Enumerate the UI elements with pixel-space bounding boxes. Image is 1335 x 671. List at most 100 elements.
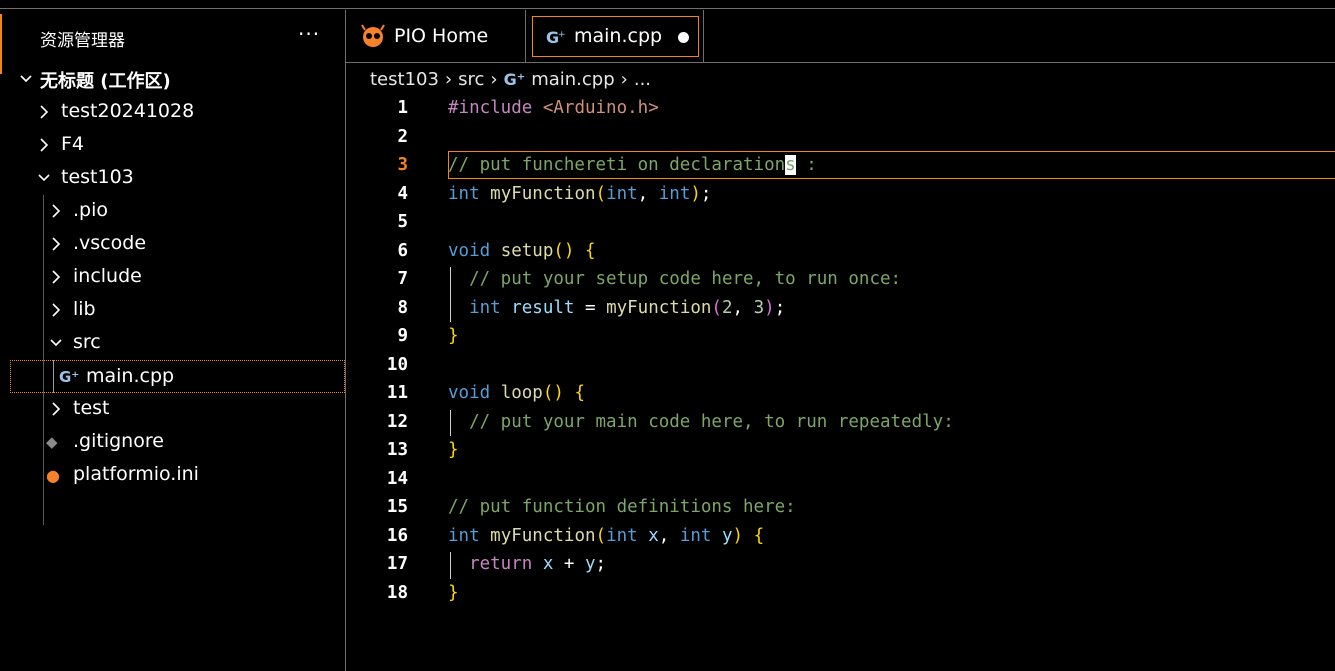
code-text: int result = myFunction(2, 3); [469, 297, 786, 318]
line-number: 8 [397, 297, 408, 318]
line-number: 10 [386, 354, 408, 375]
tree-item[interactable]: .vscode [10, 228, 345, 261]
code-line[interactable]: 18} [346, 579, 1335, 607]
tree-item-label: main.cpp [86, 365, 175, 387]
code-text: // put function definitions here: [448, 497, 796, 517]
indent-guide [450, 267, 451, 322]
tree-item[interactable]: test20241028 [10, 96, 345, 129]
tree-item-label: include [73, 265, 142, 287]
code-line[interactable]: 12 // put your main code here, to run re… [346, 408, 1335, 436]
tree-item-label: lib [73, 298, 96, 320]
tree-item[interactable]: F4 [10, 129, 345, 162]
line-number: 2 [397, 126, 408, 147]
code-line[interactable]: 1 #include <Arduino.h> [346, 94, 1335, 122]
code-line[interactable]: 3 // put funchereti on declarations : [346, 151, 1335, 179]
explorer-sidebar: 资源管理器 ··· 无标题 (工作区) test20241028 F4 test10… [10, 10, 345, 671]
code-line[interactable]: 7 // put your setup code here, to run on… [346, 265, 1335, 293]
line-number: 17 [386, 554, 408, 574]
editor-area: PIO Home G + main.cpp test103 › src › G⁺ main.… [346, 10, 1335, 671]
code-line[interactable]: 5 [346, 208, 1335, 236]
activity-bar [0, 10, 10, 671]
tree-item[interactable]: G⁺ main.cpp [10, 360, 345, 393]
code-line[interactable]: 6 void setup() { [346, 237, 1335, 265]
explorer-title: 资源管理器 [40, 31, 125, 51]
code-line[interactable]: 17 return x + y; [346, 550, 1335, 578]
line-number: 6 [397, 240, 408, 261]
breadcrumb-folder-src[interactable]: src [458, 69, 484, 90]
tree-item-label: test [73, 397, 110, 419]
code-text: // put funchereti on declarations : [448, 155, 817, 175]
title-bar-edge [0, 0, 1335, 9]
workspace-header[interactable]: 无标题 (工作区) [10, 63, 345, 96]
code-line[interactable]: 10 [346, 351, 1335, 379]
indent-guide [450, 552, 451, 579]
chevron-down-icon [50, 339, 62, 347]
line-number: 13 [386, 440, 408, 460]
tab-pio-home[interactable]: PIO Home [346, 10, 526, 63]
tree-item[interactable]: test103 [10, 162, 345, 195]
code-text: } [448, 440, 459, 460]
tree-item[interactable]: lib [10, 294, 345, 327]
code-line[interactable]: 16 int myFunction(int x, int y) { [346, 522, 1335, 550]
git-file-icon: ◆ [46, 433, 58, 451]
tree-item[interactable]: test [10, 393, 345, 426]
cpp-file-icon: G⁺ [503, 69, 526, 89]
tree-item-label: .gitignore [73, 430, 164, 452]
code-text: } [448, 582, 459, 603]
tree-item[interactable]: ● platformio.ini [10, 459, 345, 492]
tree-item[interactable]: src [10, 327, 345, 360]
code-line[interactable]: 14 [346, 465, 1335, 493]
code-line[interactable]: 2 [346, 123, 1335, 151]
code-line[interactable]: 9} [346, 322, 1335, 350]
tree-item-label: .pio [73, 199, 109, 221]
code-line[interactable]: 11 void loop() { [346, 379, 1335, 407]
line-number: 4 [397, 183, 408, 204]
line-number: 15 [386, 497, 408, 517]
code-text: int myFunction(int x, int y) { [448, 525, 765, 546]
chevron-right-icon [52, 270, 61, 284]
code-line[interactable]: 15 // put function definitions here: [346, 493, 1335, 521]
line-number: 1 [397, 98, 408, 118]
chevron-down-icon [38, 174, 50, 182]
code-text: // put your main code here, to run repea… [469, 411, 954, 432]
tree-item-label: F4 [61, 133, 85, 155]
code-text: void setup() { [448, 240, 596, 261]
breadcrumb-file-main-cpp[interactable]: main.cpp [531, 69, 614, 90]
code-line[interactable]: 4 int myFunction(int, int); [346, 180, 1335, 208]
chevron-right-icon [52, 237, 61, 251]
tab-label: main.cpp [574, 25, 663, 47]
more-actions-icon[interactable]: ··· [298, 22, 320, 46]
indent-guide [53, 360, 54, 393]
unsaved-dot-icon[interactable] [678, 32, 689, 43]
breadcrumb-folder-test103[interactable]: test103 [370, 69, 439, 90]
platformio-icon [361, 24, 385, 47]
cpp-file-icon: G+ [546, 28, 566, 46]
cpp-file-icon: G⁺ [59, 368, 80, 386]
chevron-right-icon [52, 204, 61, 218]
platformio-file-icon: ● [46, 466, 60, 485]
chevron-right-icon [52, 402, 61, 416]
workspace-label: 无标题 (工作区) [40, 71, 171, 92]
code-line[interactable]: 13} [346, 436, 1335, 464]
line-number: 9 [397, 326, 408, 346]
breadcrumb-symbols[interactable]: ... [634, 69, 651, 90]
active-view-indicator [0, 14, 2, 74]
breadcrumb: test103 › src › G⁺ main.cpp ›... [370, 68, 651, 90]
tab-main-cpp[interactable]: G + main.cpp [526, 10, 704, 63]
tree-item[interactable]: ◆ .gitignore [10, 426, 345, 459]
chevron-right-icon [52, 303, 61, 317]
tree-item[interactable]: include [10, 261, 345, 294]
line-number: 5 [397, 212, 408, 232]
tree-item[interactable]: .pio [10, 195, 345, 228]
tree-item-label: src [73, 331, 101, 353]
chevron-right-icon [40, 105, 49, 119]
indent-guide [450, 409, 451, 436]
chevron-right-icon: › [490, 68, 498, 90]
line-number: 18 [386, 582, 408, 603]
code-text: int myFunction(int, int); [448, 183, 712, 204]
line-number: 12 [386, 411, 408, 432]
code-text: void loop() { [448, 383, 586, 403]
tree-item-label: test103 [61, 166, 134, 188]
code-line[interactable]: 8 int result = myFunction(2, 3); [346, 294, 1335, 322]
tree-item-label: .vscode [73, 232, 147, 254]
